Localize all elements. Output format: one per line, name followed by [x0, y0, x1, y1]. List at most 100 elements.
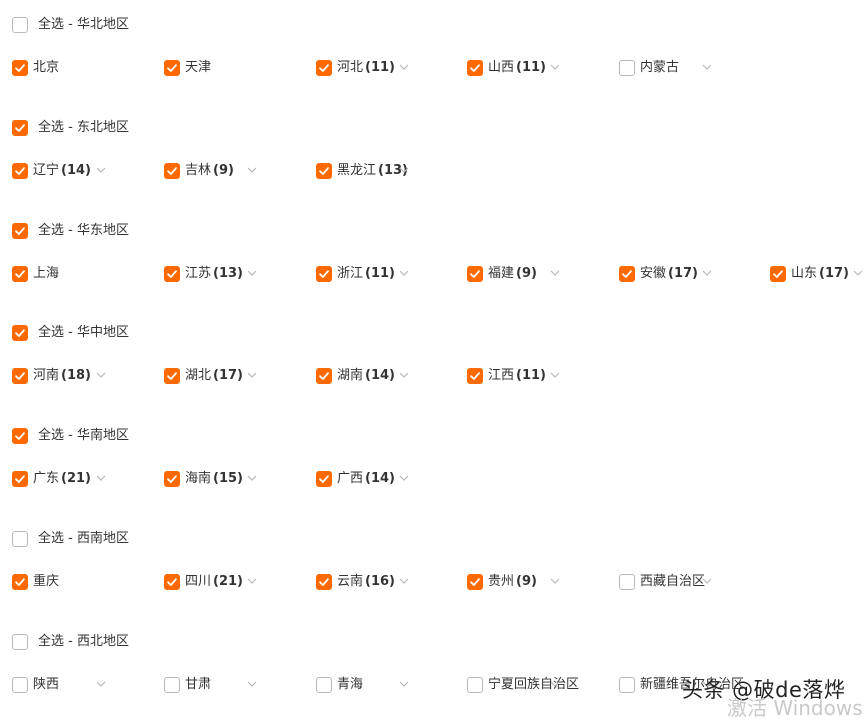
- chevron-down-icon[interactable]: [702, 269, 712, 277]
- chevron-down-icon[interactable]: [399, 166, 409, 174]
- province-checkbox[interactable]: [316, 471, 332, 487]
- province-checkbox[interactable]: [164, 163, 180, 179]
- province-checkbox[interactable]: [316, 574, 332, 590]
- chevron-down-icon[interactable]: [247, 474, 257, 482]
- province-checkbox[interactable]: [164, 266, 180, 282]
- province-checkbox[interactable]: [164, 60, 180, 76]
- province-label[interactable]: 云南 (16): [337, 574, 395, 590]
- province-checkbox[interactable]: [12, 368, 28, 384]
- province-label[interactable]: 安徽 (17): [640, 266, 698, 282]
- region-select-all-label[interactable]: 全选 - 东北地区: [38, 120, 129, 136]
- province-label[interactable]: 福建 (9): [488, 266, 537, 282]
- province-checkbox[interactable]: [316, 677, 332, 693]
- region-select-all-label[interactable]: 全选 - 华南地区: [38, 428, 129, 444]
- region-select-all-checkbox[interactable]: [12, 223, 28, 239]
- chevron-down-icon[interactable]: [702, 63, 712, 71]
- chevron-down-icon[interactable]: [96, 371, 106, 379]
- chevron-down-icon[interactable]: [550, 269, 560, 277]
- region-select-all-label[interactable]: 全选 - 华中地区: [38, 325, 129, 341]
- province-label[interactable]: 吉林 (9): [185, 163, 234, 179]
- province-label[interactable]: 西藏自治区: [640, 574, 705, 590]
- chevron-down-icon[interactable]: [247, 680, 257, 688]
- province-checkbox[interactable]: [12, 574, 28, 590]
- province-checkbox[interactable]: [12, 163, 28, 179]
- province-label[interactable]: 海南 (15): [185, 471, 243, 487]
- province-checkbox[interactable]: [164, 471, 180, 487]
- chevron-down-icon[interactable]: [399, 63, 409, 71]
- chevron-down-icon[interactable]: [247, 577, 257, 585]
- province-label[interactable]: 天津: [185, 60, 211, 76]
- province-label[interactable]: 河北 (11): [337, 60, 395, 76]
- chevron-down-icon[interactable]: [96, 166, 106, 174]
- province-label[interactable]: 重庆: [33, 574, 59, 590]
- province-checkbox[interactable]: [467, 677, 483, 693]
- province-checkbox[interactable]: [164, 677, 180, 693]
- chevron-down-icon[interactable]: [247, 166, 257, 174]
- region-select-all-label[interactable]: 全选 - 华北地区: [38, 17, 129, 33]
- province-checkbox[interactable]: [770, 266, 786, 282]
- region-select-all-checkbox[interactable]: [12, 634, 28, 650]
- chevron-down-icon[interactable]: [399, 474, 409, 482]
- chevron-down-icon[interactable]: [247, 371, 257, 379]
- province-checkbox[interactable]: [467, 60, 483, 76]
- province-label[interactable]: 四川 (21): [185, 574, 243, 590]
- chevron-down-icon[interactable]: [550, 680, 560, 688]
- province-checkbox[interactable]: [619, 266, 635, 282]
- chevron-down-icon[interactable]: [550, 577, 560, 585]
- province-label[interactable]: 河南 (18): [33, 368, 91, 384]
- province-label[interactable]: 内蒙古: [640, 60, 679, 76]
- province-checkbox[interactable]: [12, 471, 28, 487]
- province-label[interactable]: 山东 (17): [791, 266, 849, 282]
- province-checkbox[interactable]: [164, 368, 180, 384]
- province-checkbox[interactable]: [164, 574, 180, 590]
- province-label[interactable]: 湖北 (17): [185, 368, 243, 384]
- province-checkbox[interactable]: [467, 266, 483, 282]
- chevron-down-icon[interactable]: [399, 371, 409, 379]
- region-select-all-checkbox[interactable]: [12, 531, 28, 547]
- province-checkbox[interactable]: [316, 368, 332, 384]
- province-label[interactable]: 山西 (11): [488, 60, 546, 76]
- province-label[interactable]: 湖南 (14): [337, 368, 395, 384]
- chevron-down-icon[interactable]: [550, 63, 560, 71]
- chevron-down-icon[interactable]: [702, 577, 712, 585]
- region-select-all-label[interactable]: 全选 - 华东地区: [38, 223, 129, 239]
- region-select-all-checkbox[interactable]: [12, 120, 28, 136]
- region-select-all-label[interactable]: 全选 - 西南地区: [38, 531, 129, 547]
- chevron-down-icon[interactable]: [96, 474, 106, 482]
- province-label[interactable]: 广东 (21): [33, 471, 91, 487]
- province-label[interactable]: 甘肃: [185, 677, 211, 693]
- province-label[interactable]: 江西 (11): [488, 368, 546, 384]
- province-checkbox[interactable]: [619, 60, 635, 76]
- region-select-all-checkbox[interactable]: [12, 325, 28, 341]
- chevron-down-icon[interactable]: [853, 269, 863, 277]
- region-select-all-checkbox[interactable]: [12, 428, 28, 444]
- province-label[interactable]: 贵州 (9): [488, 574, 537, 590]
- chevron-down-icon[interactable]: [399, 269, 409, 277]
- province-label[interactable]: 江苏 (13): [185, 266, 243, 282]
- province-checkbox[interactable]: [12, 677, 28, 693]
- province-label[interactable]: 青海: [337, 677, 363, 693]
- chevron-down-icon[interactable]: [550, 371, 560, 379]
- province-label[interactable]: 广西 (14): [337, 471, 395, 487]
- province-label[interactable]: 上海: [33, 266, 59, 282]
- province-label[interactable]: 宁夏回族自治区: [488, 677, 579, 693]
- province-checkbox[interactable]: [316, 163, 332, 179]
- chevron-down-icon[interactable]: [96, 680, 106, 688]
- province-checkbox[interactable]: [619, 574, 635, 590]
- province-label[interactable]: 辽宁 (14): [33, 163, 91, 179]
- chevron-down-icon[interactable]: [399, 577, 409, 585]
- region-select-all-label[interactable]: 全选 - 西北地区: [38, 634, 129, 650]
- province-label[interactable]: 黑龙江 (13): [337, 163, 408, 179]
- region-select-all-checkbox[interactable]: [12, 17, 28, 33]
- province-checkbox[interactable]: [467, 368, 483, 384]
- province-checkbox[interactable]: [316, 266, 332, 282]
- chevron-down-icon[interactable]: [247, 269, 257, 277]
- chevron-down-icon[interactable]: [399, 680, 409, 688]
- province-checkbox[interactable]: [619, 677, 635, 693]
- province-checkbox[interactable]: [12, 266, 28, 282]
- province-label[interactable]: 北京: [33, 60, 59, 76]
- province-label[interactable]: 陕西: [33, 677, 59, 693]
- province-checkbox[interactable]: [467, 574, 483, 590]
- province-checkbox[interactable]: [12, 60, 28, 76]
- province-checkbox[interactable]: [316, 60, 332, 76]
